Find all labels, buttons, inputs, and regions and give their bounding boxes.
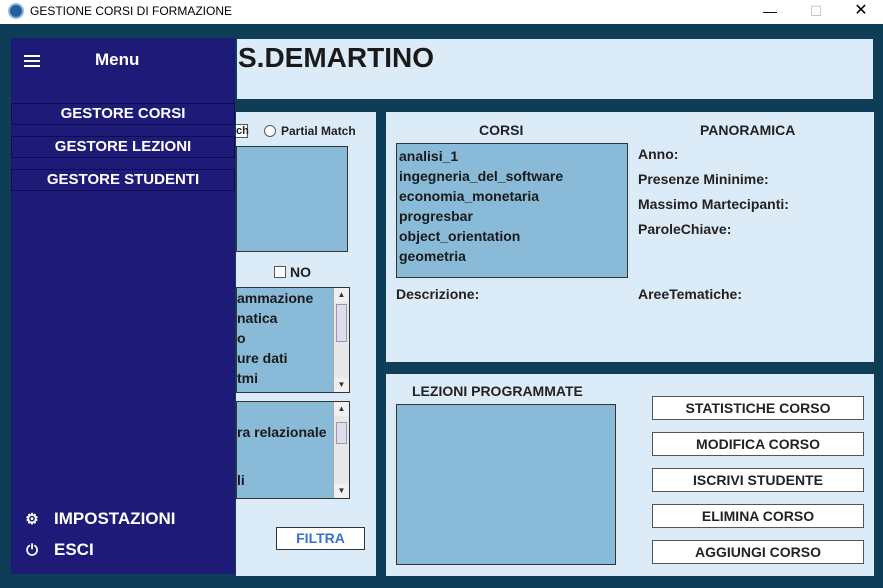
radio-dot-icon bbox=[264, 125, 276, 137]
scroll-up-icon[interactable]: ▲ bbox=[334, 288, 349, 302]
scroll-thumb[interactable] bbox=[336, 422, 347, 444]
no-checkbox[interactable]: NO bbox=[274, 264, 311, 280]
list-item[interactable] bbox=[237, 462, 331, 470]
power-icon: ⏻ bbox=[26, 541, 38, 559]
sidebar-item-gestore-studenti[interactable]: GESTORE STUDENTI bbox=[11, 169, 235, 191]
filter-text-area[interactable] bbox=[236, 146, 348, 252]
course-item[interactable]: economia_monetaria bbox=[399, 186, 625, 206]
elimina-corso-button[interactable]: ELIMINA CORSO bbox=[652, 504, 864, 528]
close-button[interactable]: ✕ bbox=[838, 0, 883, 24]
esci-item[interactable]: ⏻ ESCI bbox=[24, 540, 94, 560]
areas-list[interactable]: ammazione natica o ure dati tmi ▲ ▼ bbox=[236, 287, 350, 393]
lezioni-list[interactable] bbox=[396, 404, 616, 565]
esci-label: ESCI bbox=[54, 540, 94, 559]
statistiche-corso-button[interactable]: STATISTICHE CORSO bbox=[652, 396, 864, 420]
massimo-label: Massimo Martecipanti: bbox=[638, 196, 789, 212]
sidebar-item-gestore-lezioni[interactable]: GESTORE LEZIONI bbox=[11, 136, 235, 158]
keywords-list[interactable]: ra relazionale li ▲ ▼ bbox=[236, 401, 350, 499]
areas-scrollbar[interactable]: ▲ ▼ bbox=[333, 288, 349, 392]
hamburger-icon[interactable] bbox=[24, 55, 40, 67]
modifica-corso-button[interactable]: MODIFICA CORSO bbox=[652, 432, 864, 456]
lezioni-heading: LEZIONI PROGRAMMATE bbox=[412, 383, 583, 399]
list-item[interactable]: li bbox=[237, 470, 331, 490]
filter-button[interactable]: FILTRA bbox=[276, 527, 365, 550]
impostazioni-label: IMPOSTAZIONI bbox=[54, 509, 176, 528]
scroll-down-icon[interactable]: ▼ bbox=[334, 484, 349, 498]
impostazioni-item[interactable]: ⚙ IMPOSTAZIONI bbox=[24, 509, 176, 529]
list-item[interactable]: o bbox=[237, 328, 331, 348]
app-icon bbox=[8, 3, 24, 19]
corsi-list[interactable]: analisi_1 ingegneria_del_software econom… bbox=[396, 143, 628, 278]
list-item[interactable] bbox=[237, 402, 331, 422]
corsi-heading: CORSI bbox=[479, 122, 524, 138]
window-title: GESTIONE CORSI DI FORMAZIONE bbox=[30, 4, 233, 18]
parole-label: ParoleChiave: bbox=[638, 221, 732, 237]
list-item[interactable]: ure dati bbox=[237, 348, 331, 368]
iscrivi-studente-button[interactable]: ISCRIVI STUDENTE bbox=[652, 468, 864, 492]
aggiungi-corso-button[interactable]: AGGIUNGI CORSO bbox=[652, 540, 864, 564]
list-item[interactable]: natica bbox=[237, 308, 331, 328]
course-item[interactable]: analisi_1 bbox=[399, 146, 625, 166]
course-item[interactable]: ingegneria_del_software bbox=[399, 166, 625, 186]
descrizione-label: Descrizione: bbox=[396, 286, 480, 302]
presenze-label: Presenze Mininime: bbox=[638, 171, 769, 187]
list-item[interactable]: ra relazionale bbox=[237, 422, 331, 442]
sidebar-item-gestore-corsi[interactable]: GESTORE CORSI bbox=[11, 103, 235, 125]
panoramica-heading: PANORAMICA bbox=[700, 122, 796, 138]
exact-match-radio-label[interactable]: ch bbox=[236, 124, 249, 138]
scroll-down-icon[interactable]: ▼ bbox=[334, 378, 349, 392]
no-label: NO bbox=[290, 264, 311, 280]
list-item[interactable] bbox=[237, 442, 331, 462]
user-name: S.DEMARTINO bbox=[238, 42, 434, 73]
list-item[interactable]: tmi bbox=[237, 368, 331, 388]
partial-match-label: Partial Match bbox=[281, 124, 356, 138]
keywords-scrollbar[interactable]: ▲ ▼ bbox=[333, 402, 349, 498]
course-item[interactable]: geometria bbox=[399, 246, 625, 266]
scroll-up-icon[interactable]: ▲ bbox=[334, 402, 349, 416]
minimize-button[interactable]: — bbox=[747, 0, 793, 24]
anno-label: Anno: bbox=[638, 146, 679, 162]
gear-icon: ⚙ bbox=[25, 511, 39, 528]
maximize-button[interactable]: ☐ bbox=[793, 0, 839, 24]
course-item[interactable]: object_orientation bbox=[399, 226, 625, 246]
partial-match-radio[interactable]: Partial Match bbox=[264, 124, 356, 138]
scroll-thumb[interactable] bbox=[336, 304, 347, 342]
aree-label: AreeTematiche: bbox=[638, 286, 743, 302]
menu-title: Menu bbox=[95, 50, 140, 69]
course-item[interactable]: progresbar bbox=[399, 206, 625, 226]
title-bar: GESTIONE CORSI DI FORMAZIONE — ☐ ✕ bbox=[0, 0, 883, 24]
list-item[interactable]: ammazione bbox=[237, 288, 331, 308]
checkbox-icon bbox=[274, 266, 286, 278]
